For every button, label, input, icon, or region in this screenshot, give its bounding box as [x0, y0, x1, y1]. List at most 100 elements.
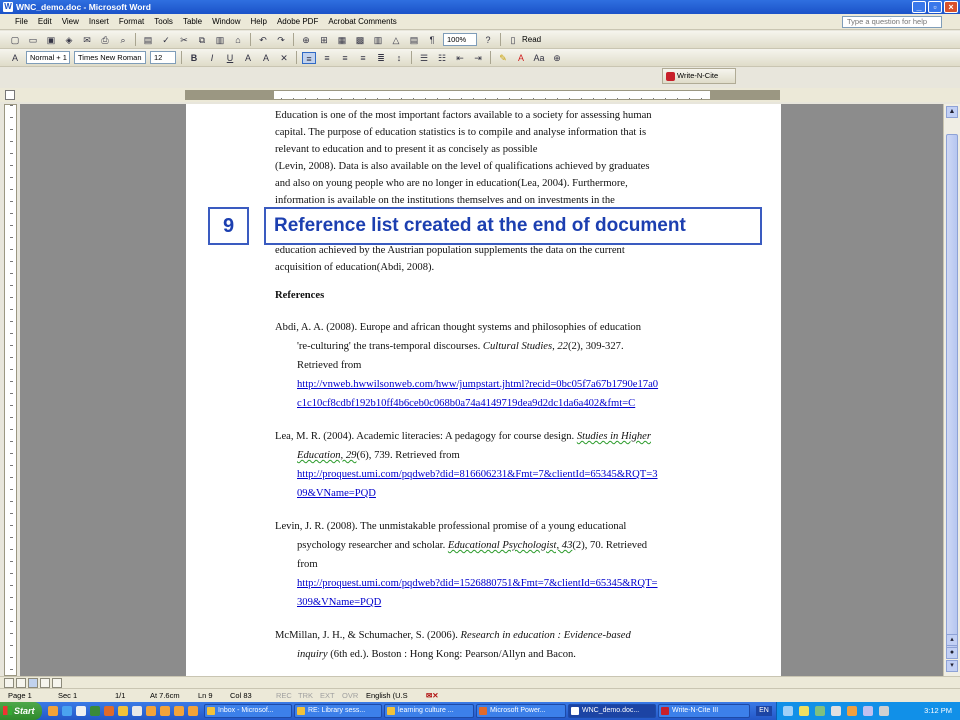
vertical-ruler[interactable] — [4, 104, 17, 676]
scroll-thumb[interactable] — [946, 134, 958, 654]
align-left-icon[interactable]: ≡ — [302, 51, 316, 64]
document-page[interactable]: Education is one of the most important f… — [186, 104, 781, 676]
bullets-icon[interactable]: ☷ — [435, 52, 449, 64]
numbering-icon[interactable]: ☰ — [417, 52, 431, 64]
italic-icon[interactable]: I — [205, 52, 219, 64]
menu-file[interactable]: File — [10, 17, 33, 26]
tray-app-icon[interactable] — [799, 706, 809, 716]
line-spacing-icon[interactable]: ↕ — [392, 52, 406, 64]
paste-icon[interactable]: ▥ — [213, 34, 227, 46]
next-page-icon[interactable]: ▾ — [946, 660, 958, 672]
quicklaunch-app-icon[interactable] — [174, 706, 184, 716]
help-search-input[interactable]: Type a question for help — [842, 15, 942, 28]
increase-indent-icon[interactable]: ⇥ — [471, 52, 485, 64]
reference-abdi-url[interactable]: http://vnweb.hwwilsonweb.com/hww/jumpsta… — [297, 378, 658, 392]
status-rec[interactable]: REC — [276, 689, 292, 703]
tables-borders-icon[interactable]: ⊞ — [317, 34, 331, 46]
research-icon[interactable]: ▤ — [141, 34, 155, 46]
character-shading-icon[interactable]: A — [259, 52, 273, 64]
email-icon[interactable]: ✉ — [80, 34, 94, 46]
close-button[interactable]: × — [944, 1, 958, 13]
outline-view-icon[interactable] — [40, 678, 50, 688]
menu-edit[interactable]: Edit — [33, 17, 57, 26]
maximize-button[interactable]: ▫ — [928, 1, 942, 13]
select-browse-object-icon[interactable]: ● — [946, 647, 958, 659]
help-icon[interactable]: ? — [481, 34, 495, 46]
quicklaunch-word-icon[interactable] — [76, 706, 86, 716]
word-app-icon[interactable]: W — [3, 2, 13, 12]
menu-tools[interactable]: Tools — [149, 17, 178, 26]
tray-app-icon[interactable] — [831, 706, 841, 716]
status-trk[interactable]: TRK — [298, 689, 313, 703]
quicklaunch-outlook-icon[interactable] — [48, 706, 58, 716]
normal-view-icon[interactable] — [4, 678, 14, 688]
print-preview-icon[interactable]: ⌕ — [116, 34, 130, 46]
undo-icon[interactable]: ↶ — [256, 34, 270, 46]
print-icon[interactable]: ⎙ — [98, 34, 112, 46]
task-wnc-demo[interactable]: WNC_demo.doc... — [568, 704, 656, 718]
columns-icon[interactable]: ▥ — [371, 34, 385, 46]
tray-app-icon[interactable] — [879, 706, 889, 716]
read-icon[interactable]: ▯ — [506, 34, 520, 46]
status-ovr[interactable]: OVR — [342, 689, 358, 703]
zoom-select[interactable]: 100% — [443, 33, 477, 46]
horizontal-ruler[interactable] — [185, 90, 780, 100]
reference-levin-url[interactable]: http://proquest.umi.com/pqdweb?did=15268… — [297, 577, 658, 591]
align-center-icon[interactable]: ≡ — [320, 52, 334, 64]
web-layout-icon[interactable] — [16, 678, 26, 688]
task-powerpoint[interactable]: Microsoft Power... — [476, 704, 566, 718]
open-folder-icon[interactable]: ▭ — [26, 34, 40, 46]
reference-lea-url-cont[interactable]: 09&VName=PQD — [297, 487, 376, 501]
underline-icon[interactable]: U — [223, 52, 237, 64]
task-learning-culture[interactable]: learning culture ... — [384, 704, 474, 718]
scroll-up-icon[interactable]: ▲ — [946, 106, 958, 118]
menu-window[interactable]: Window — [207, 17, 245, 26]
language-indicator[interactable]: EN — [756, 706, 772, 716]
align-right-icon[interactable]: ≡ — [338, 52, 352, 64]
tray-volume-icon[interactable] — [863, 706, 873, 716]
quicklaunch-ie-icon[interactable] — [62, 706, 72, 716]
justify-icon[interactable]: ≡ — [356, 52, 370, 64]
distributed-icon[interactable]: ≣ — [374, 52, 388, 64]
style-select[interactable]: Normal + 1 — [26, 51, 70, 64]
read-button[interactable]: Read — [522, 35, 541, 44]
redo-icon[interactable]: ↷ — [274, 34, 288, 46]
start-button[interactable]: Start — [0, 702, 42, 720]
menu-table[interactable]: Table — [178, 17, 207, 26]
tab-selector[interactable] — [5, 90, 15, 100]
cut-icon[interactable]: ✂ — [177, 34, 191, 46]
highlight-icon[interactable]: ✎ — [496, 52, 510, 64]
vertical-scrollbar[interactable]: ▲ ▴ ● ▾ — [943, 104, 960, 676]
menu-format[interactable]: Format — [114, 17, 149, 26]
horizontal-scrollbar[interactable] — [0, 676, 960, 688]
character-border-icon[interactable]: A — [241, 52, 255, 64]
bold-icon[interactable]: B — [187, 52, 201, 64]
insert-excel-icon[interactable]: ▩ — [353, 34, 367, 46]
styles-pane-icon[interactable]: A — [8, 52, 22, 64]
spelling-icon[interactable]: ✓ — [159, 34, 173, 46]
font-color-icon[interactable]: A — [514, 52, 528, 64]
quicklaunch-app-icon[interactable] — [188, 706, 198, 716]
document-map-icon[interactable]: ▤ — [407, 34, 421, 46]
font-size-select[interactable]: 12 — [150, 51, 176, 64]
reference-lea-url[interactable]: http://proquest.umi.com/pqdweb?did=81660… — [297, 468, 658, 482]
format-painter-icon[interactable]: ⌂ — [231, 34, 245, 46]
show-hide-icon[interactable]: ¶ — [425, 34, 439, 46]
task-write-n-cite[interactable]: Write-N-Cite III — [658, 704, 750, 718]
task-library-session[interactable]: RE: Library sess... — [294, 704, 382, 718]
menu-view[interactable]: View — [57, 17, 84, 26]
reference-abdi-url-cont[interactable]: c1c10cf8cdbf192b10ff4b6ceb0c068b0a74a414… — [297, 397, 635, 411]
menu-acrobat-comments[interactable]: Acrobat Comments — [323, 17, 401, 26]
scale-icon[interactable]: ✕ — [277, 52, 291, 64]
quicklaunch-app-icon[interactable] — [146, 706, 156, 716]
quicklaunch-powerpoint-icon[interactable] — [104, 706, 114, 716]
status-ext[interactable]: EXT — [320, 689, 335, 703]
quicklaunch-app-icon[interactable] — [160, 706, 170, 716]
new-document-icon[interactable]: ▢ — [8, 34, 22, 46]
insert-table-icon[interactable]: ▦ — [335, 34, 349, 46]
clock[interactable]: 3:12 PM — [924, 702, 952, 720]
menu-help[interactable]: Help — [246, 17, 272, 26]
previous-page-icon[interactable]: ▴ — [946, 634, 958, 646]
menu-insert[interactable]: Insert — [84, 17, 114, 26]
decrease-indent-icon[interactable]: ⇤ — [453, 52, 467, 64]
